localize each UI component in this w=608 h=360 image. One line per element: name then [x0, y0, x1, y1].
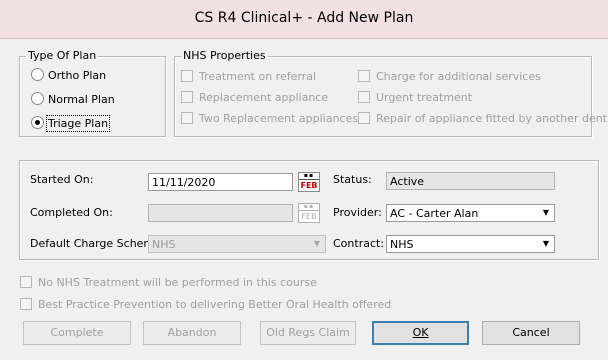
checkbox-treatment-on-referral-box[interactable] [181, 70, 193, 82]
checkbox-charge-additional-services-box[interactable] [358, 70, 370, 82]
radio-triage-plan[interactable]: Triage Plan [31, 115, 111, 132]
ok-button-label: OK [412, 326, 429, 339]
radio-triage-plan-dot[interactable] [31, 116, 44, 129]
window-title: CS R4 Clinical+ - Add New Plan [194, 10, 414, 26]
calendar-rings-disabled: ▪▪ [299, 204, 319, 211]
radio-normal-plan[interactable]: Normal Plan [31, 92, 115, 106]
completed-on-calendar-button[interactable]: ▪▪ FEB [298, 203, 320, 223]
calendar-icon-disabled: FEB [301, 212, 317, 221]
type-of-plan-group: Type Of Plan Ortho Plan Normal Plan Tria… [19, 49, 166, 137]
checkbox-urgent-treatment-label: Urgent treatment [376, 91, 473, 104]
checkbox-charge-additional-services[interactable]: Charge for additional services [358, 70, 541, 83]
complete-button-label: Complete [50, 326, 104, 339]
default-charge-scheme-select[interactable]: NHS ▼ [148, 235, 326, 253]
radio-normal-plan-label: Normal Plan [48, 93, 115, 106]
radio-triage-plan-label: Triage Plan [45, 115, 111, 132]
checkbox-no-nhs-treatment[interactable]: No NHS Treatment will be performed in th… [20, 276, 317, 289]
title-bar: CS R4 Clinical+ - Add New Plan [0, 0, 608, 39]
checkbox-repair-of-appliance[interactable]: Repair of appliance fitted by another de… [358, 112, 608, 125]
plan-details-group: Started On: 11/11/2020 ▪▪ FEB Completed … [19, 160, 599, 260]
old-regs-claim-button[interactable]: Old Regs Claim [260, 321, 356, 345]
nhs-properties-group: NHS Properties Treatment on referral Cha… [174, 49, 608, 137]
checkbox-best-practice-prevention-box[interactable] [20, 298, 32, 310]
calendar-icon: FEB [300, 181, 318, 190]
started-on-calendar-button[interactable]: ▪▪ FEB [298, 172, 320, 192]
started-on-field[interactable]: 11/11/2020 [148, 173, 293, 191]
checkbox-best-practice-prevention[interactable]: Best Practice Prevention to delivering B… [20, 298, 391, 311]
chevron-down-icon: ▼ [542, 239, 550, 248]
abandon-button-label: Abandon [167, 326, 217, 339]
provider-label: Provider: [333, 206, 382, 219]
cancel-button-label: Cancel [512, 326, 550, 339]
checkbox-urgent-treatment-box[interactable] [358, 91, 370, 103]
completed-on-field[interactable] [148, 204, 293, 222]
checkbox-replacement-appliance-box[interactable] [181, 91, 193, 103]
contract-value: NHS [390, 238, 414, 251]
default-charge-scheme-value: NHS [152, 238, 176, 251]
complete-button[interactable]: Complete [23, 321, 131, 345]
provider-value: AC - Carter Alan [390, 207, 479, 220]
status-label: Status: [333, 173, 372, 186]
chevron-down-icon: ▼ [542, 208, 550, 217]
calendar-rings: ▪▪ [299, 173, 319, 180]
radio-normal-plan-dot[interactable] [31, 92, 44, 105]
contract-label: Contract: [333, 237, 385, 250]
checkbox-replacement-appliance[interactable]: Replacement appliance [181, 91, 328, 104]
dialog-body: Type Of Plan Ortho Plan Normal Plan Tria… [0, 39, 608, 360]
radio-ortho-plan[interactable]: Ortho Plan [31, 68, 106, 82]
abandon-button[interactable]: Abandon [143, 321, 241, 345]
checkbox-treatment-on-referral-label: Treatment on referral [199, 70, 317, 83]
type-of-plan-legend: Type Of Plan [26, 49, 99, 62]
checkbox-best-practice-prevention-label: Best Practice Prevention to delivering B… [38, 298, 392, 311]
radio-ortho-plan-dot[interactable] [31, 68, 44, 81]
checkbox-charge-additional-services-label: Charge for additional services [376, 70, 541, 83]
nhs-properties-legend: NHS Properties [181, 49, 268, 62]
checkbox-two-replacement-appliances-label: Two Replacement appliances [199, 112, 358, 125]
cancel-button[interactable]: Cancel [482, 321, 580, 345]
contract-select[interactable]: NHS ▼ [386, 235, 555, 253]
checkbox-treatment-on-referral[interactable]: Treatment on referral [181, 70, 316, 83]
default-charge-scheme-label: Default Charge Scheme: [30, 237, 165, 250]
checkbox-repair-of-appliance-label: Repair of appliance fitted by another de… [376, 112, 608, 125]
ok-button[interactable]: OK [372, 321, 469, 345]
checkbox-replacement-appliance-label: Replacement appliance [199, 91, 329, 104]
completed-on-label: Completed On: [30, 206, 113, 219]
checkbox-no-nhs-treatment-label: No NHS Treatment will be performed in th… [38, 276, 317, 289]
checkbox-no-nhs-treatment-box[interactable] [20, 276, 32, 288]
chevron-down-icon: ▼ [313, 239, 321, 248]
checkbox-repair-of-appliance-box[interactable] [358, 112, 370, 124]
checkbox-two-replacement-appliances[interactable]: Two Replacement appliances [181, 112, 358, 125]
checkbox-two-replacement-appliances-box[interactable] [181, 112, 193, 124]
old-regs-claim-button-label: Old Regs Claim [266, 326, 350, 339]
status-field: Active [386, 172, 555, 190]
started-on-label: Started On: [30, 173, 94, 186]
checkbox-urgent-treatment[interactable]: Urgent treatment [358, 91, 472, 104]
radio-ortho-plan-label: Ortho Plan [48, 69, 107, 82]
provider-select[interactable]: AC - Carter Alan ▼ [386, 204, 555, 222]
